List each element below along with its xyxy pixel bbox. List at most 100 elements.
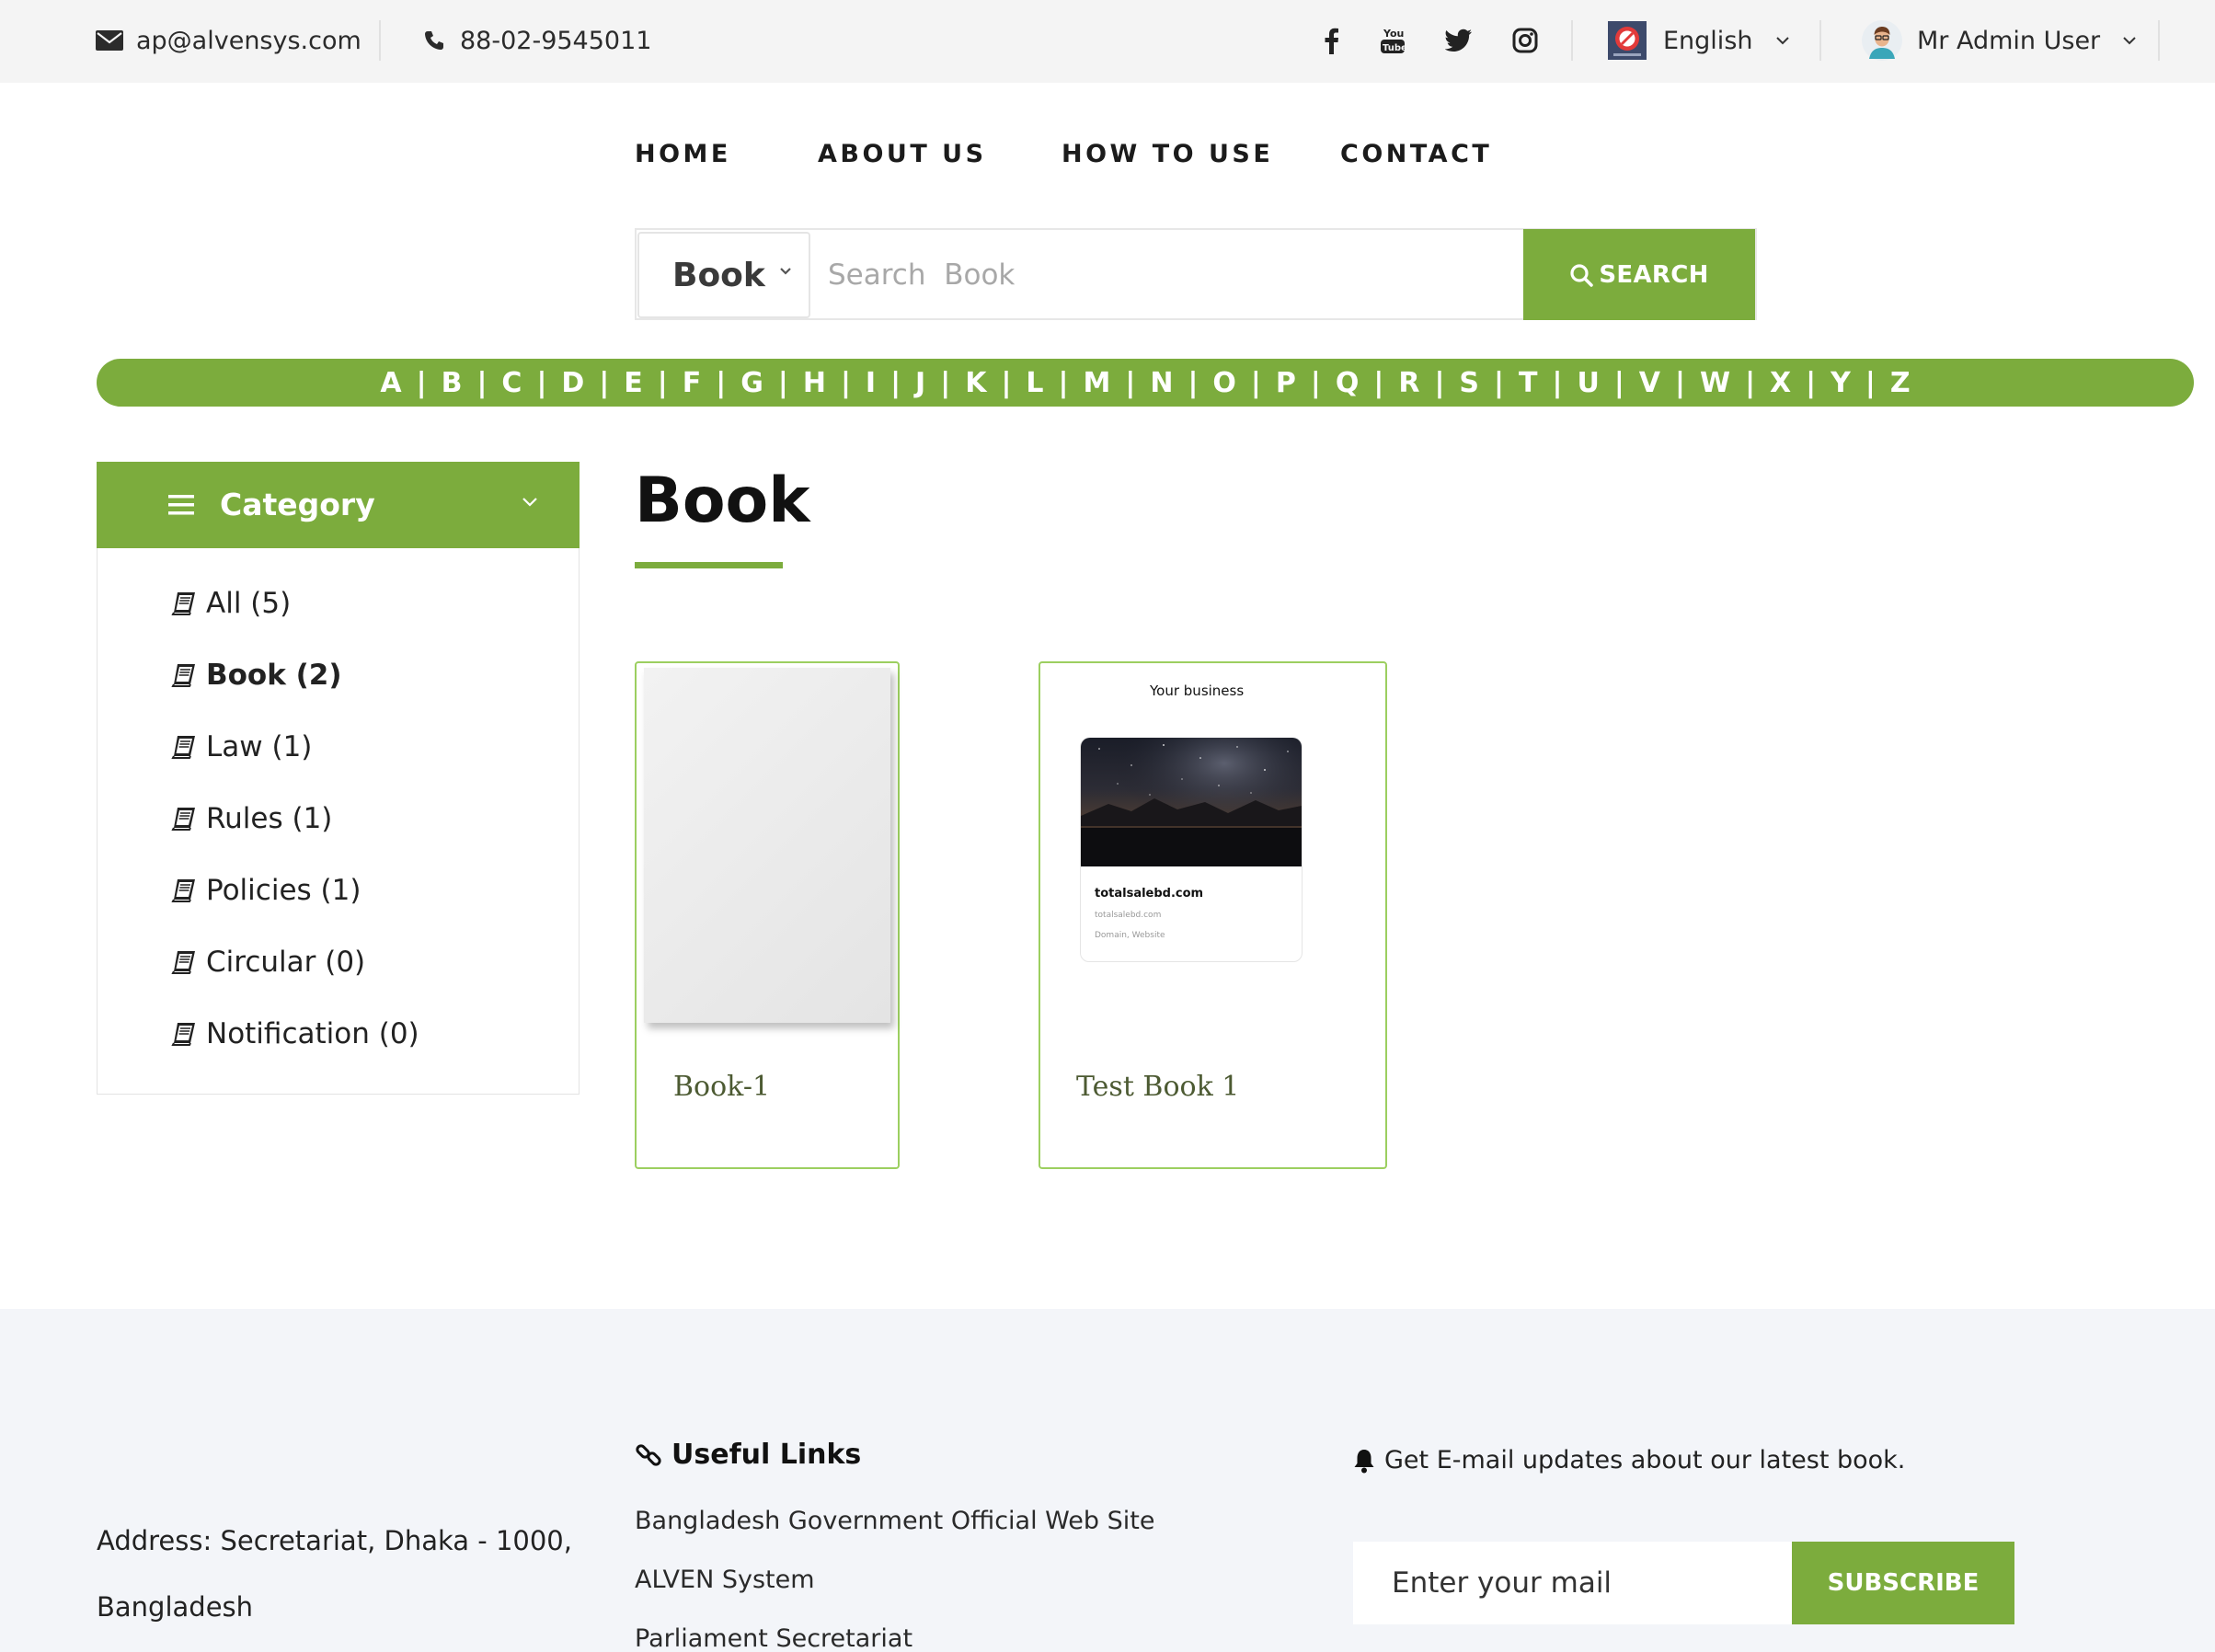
alphabet-letter-t[interactable]: T xyxy=(1519,367,1537,399)
book-icon xyxy=(171,736,195,759)
alphabet-separator: | xyxy=(1745,366,1756,399)
alphabet-letter-f[interactable]: F xyxy=(683,367,702,399)
alphabet-letter-q[interactable]: Q xyxy=(1336,367,1360,399)
facebook-link[interactable] xyxy=(1315,24,1347,57)
alphabet-letter-z[interactable]: Z xyxy=(1890,367,1911,399)
svg-text:You: You xyxy=(1383,28,1404,40)
user-menu[interactable]: Mr Admin User xyxy=(1862,18,2137,63)
category-list xyxy=(97,548,580,1095)
search-input[interactable] xyxy=(828,234,1509,316)
book-title[interactable]: Book-1 xyxy=(673,1071,770,1103)
footer-address-line2: Bangladesh xyxy=(97,1591,254,1623)
nav-about-us[interactable]: ABOUT US xyxy=(818,140,987,168)
instagram-link[interactable] xyxy=(1509,24,1541,57)
alphabet-separator: | xyxy=(840,366,851,399)
alphabet-letter-m[interactable]: M xyxy=(1084,367,1111,399)
alphabet-separator: | xyxy=(890,366,901,399)
alphabet-letter-s[interactable]: S xyxy=(1459,367,1479,399)
category-item[interactable]: Book (2) xyxy=(171,659,342,692)
alphabet-letter-j[interactable]: J xyxy=(915,367,925,399)
alphabet-letter-l[interactable]: L xyxy=(1026,367,1043,399)
alphabet-letter-r[interactable]: R xyxy=(1398,367,1419,399)
menu-icon xyxy=(168,495,194,515)
book-icon xyxy=(171,879,195,902)
twitter-icon xyxy=(1445,29,1472,52)
book-icon xyxy=(171,1023,195,1046)
facebook-icon xyxy=(1325,28,1338,54)
divider xyxy=(2158,20,2160,61)
alphabet-letter-w[interactable]: W xyxy=(1700,367,1730,399)
contact-email[interactable]: ap@alvensys.com xyxy=(96,22,362,59)
alphabet-letter-a[interactable]: A xyxy=(380,367,401,399)
cover-site-name: totalsalebd.com xyxy=(1095,887,1204,901)
alphabet-separator: | xyxy=(1058,366,1069,399)
alphabet-letter-k[interactable]: K xyxy=(965,367,986,399)
alphabet-letter-b[interactable]: B xyxy=(442,367,463,399)
book-icon xyxy=(171,592,195,615)
alphabet-letter-g[interactable]: G xyxy=(740,367,763,399)
footer-link[interactable]: ALVEN System xyxy=(635,1566,815,1594)
alphabet-separator: | xyxy=(1250,366,1261,399)
link-icon xyxy=(636,1443,661,1466)
search-button[interactable]: SEARCH xyxy=(1523,229,1755,320)
alphabet-letter-c[interactable]: C xyxy=(501,367,522,399)
category-label: Policies (1) xyxy=(206,874,362,907)
alphabet-letter-v[interactable]: V xyxy=(1639,367,1660,399)
newsletter-text: Get E-mail updates about our latest book… xyxy=(1353,1446,1905,1474)
category-label: All (5) xyxy=(206,587,292,620)
useful-links-title: Useful Links xyxy=(671,1439,862,1471)
user-name: Mr Admin User xyxy=(1917,26,2101,55)
phone-icon xyxy=(425,31,443,50)
footer-link[interactable]: Parliament Secretariat xyxy=(635,1624,912,1652)
language-selector[interactable]: English xyxy=(1608,18,1790,63)
alphabet-letter-y[interactable]: Y xyxy=(1831,367,1851,399)
alphabet-letter-o[interactable]: O xyxy=(1212,367,1236,399)
language-flag-icon xyxy=(1608,21,1647,60)
category-label: Circular (0) xyxy=(206,946,366,979)
avatar xyxy=(1862,20,1902,61)
alphabet-letter-u[interactable]: U xyxy=(1577,367,1599,399)
footer-link[interactable]: Bangladesh Government Official Web Site xyxy=(635,1507,1154,1535)
category-item[interactable]: Notification (0) xyxy=(171,1017,419,1050)
phone-text: 88-02-9545011 xyxy=(460,26,652,55)
alphabet-separator: | xyxy=(416,366,427,399)
alphabet-separator: | xyxy=(1310,366,1321,399)
search-icon xyxy=(1570,263,1594,287)
nav-how-to-use[interactable]: HOW TO USE xyxy=(1062,140,1273,168)
nav-contact[interactable]: CONTACT xyxy=(1340,140,1492,168)
title-underline xyxy=(635,562,783,568)
chevron-down-icon xyxy=(522,498,537,507)
alphabet-letter-h[interactable]: H xyxy=(803,367,826,399)
alphabet-separator: | xyxy=(536,366,547,399)
category-item[interactable]: All (5) xyxy=(171,587,291,620)
alphabet-separator: | xyxy=(1494,366,1504,399)
category-item[interactable]: Law (1) xyxy=(171,730,312,763)
youtube-link[interactable]: You Tube xyxy=(1377,24,1408,57)
alphabet-letter-i[interactable]: I xyxy=(866,367,876,399)
category-item[interactable]: Policies (1) xyxy=(171,874,361,907)
bell-icon xyxy=(1354,1449,1374,1473)
category-item[interactable]: Circular (0) xyxy=(171,946,365,979)
category-item[interactable]: Rules (1) xyxy=(171,802,332,835)
alphabet-separator: | xyxy=(1552,366,1563,399)
alphabet-letter-e[interactable]: E xyxy=(624,367,643,399)
alphabet-letter-n[interactable]: N xyxy=(1150,367,1173,399)
alphabet-letter-p[interactable]: P xyxy=(1276,367,1296,399)
book-title[interactable]: Test Book 1 xyxy=(1076,1071,1239,1103)
contact-phone[interactable]: 88-02-9545011 xyxy=(423,22,651,59)
alphabet-separator: | xyxy=(1613,366,1624,399)
caret-down-icon xyxy=(780,268,791,275)
subscribe-button[interactable]: SUBSCRIBE xyxy=(1792,1542,2014,1624)
twitter-link[interactable] xyxy=(1443,24,1475,57)
nav-home[interactable]: HOME xyxy=(635,140,731,168)
search-type-select[interactable]: Book xyxy=(637,232,810,318)
alphabet-separator: | xyxy=(476,366,488,399)
subscribe-email-input[interactable] xyxy=(1353,1542,1793,1624)
alphabet-letter-d[interactable]: D xyxy=(561,367,584,399)
alphabet-separator: | xyxy=(1188,366,1199,399)
footer-address-line1: Address: Secretariat, Dhaka - 1000, xyxy=(97,1525,572,1556)
cover-site-url: totalsalebd.com xyxy=(1095,911,1162,920)
category-header[interactable]: Category xyxy=(97,462,580,548)
alphabet-letter-x[interactable]: X xyxy=(1770,367,1791,399)
alphabet-separator: | xyxy=(657,366,668,399)
